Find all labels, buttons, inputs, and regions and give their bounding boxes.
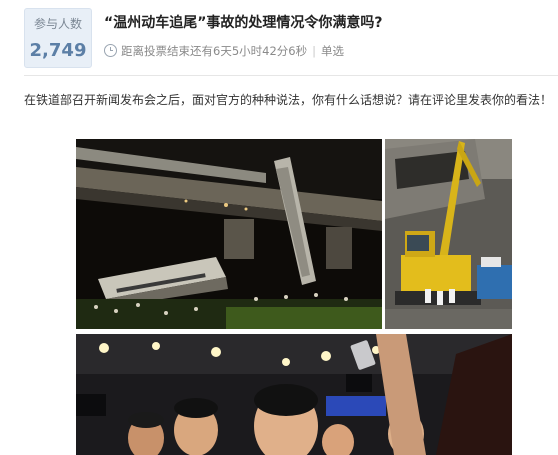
countdown-text: 距离投票结束还有6天5小时42分6秒 bbox=[121, 44, 308, 58]
participants-label: 参与人数 bbox=[33, 17, 82, 31]
poll-title[interactable]: “温州动车追尾”事故的处理情况令你满意吗? bbox=[104, 14, 383, 32]
poll-meta: 距离投票结束还有6天5小时42分6秒 | 单选 bbox=[104, 43, 344, 59]
train-crash-viaduct-night-photo bbox=[76, 139, 382, 329]
clock-icon bbox=[104, 44, 117, 57]
poll-intro: 在铁道部召开新闻发布会之后，面对官方的种种说法，你有什么话想说？请在评论里发表你… bbox=[24, 93, 553, 107]
meta-separator: | bbox=[312, 44, 316, 58]
participants-box: 参与人数 2,749 bbox=[24, 8, 92, 68]
press-conference-photo bbox=[76, 334, 512, 455]
poll-mode: 单选 bbox=[320, 44, 344, 58]
excavator-wreckage-photo bbox=[385, 139, 512, 329]
header-divider bbox=[24, 75, 558, 76]
participants-count: 2,749 bbox=[29, 40, 87, 61]
